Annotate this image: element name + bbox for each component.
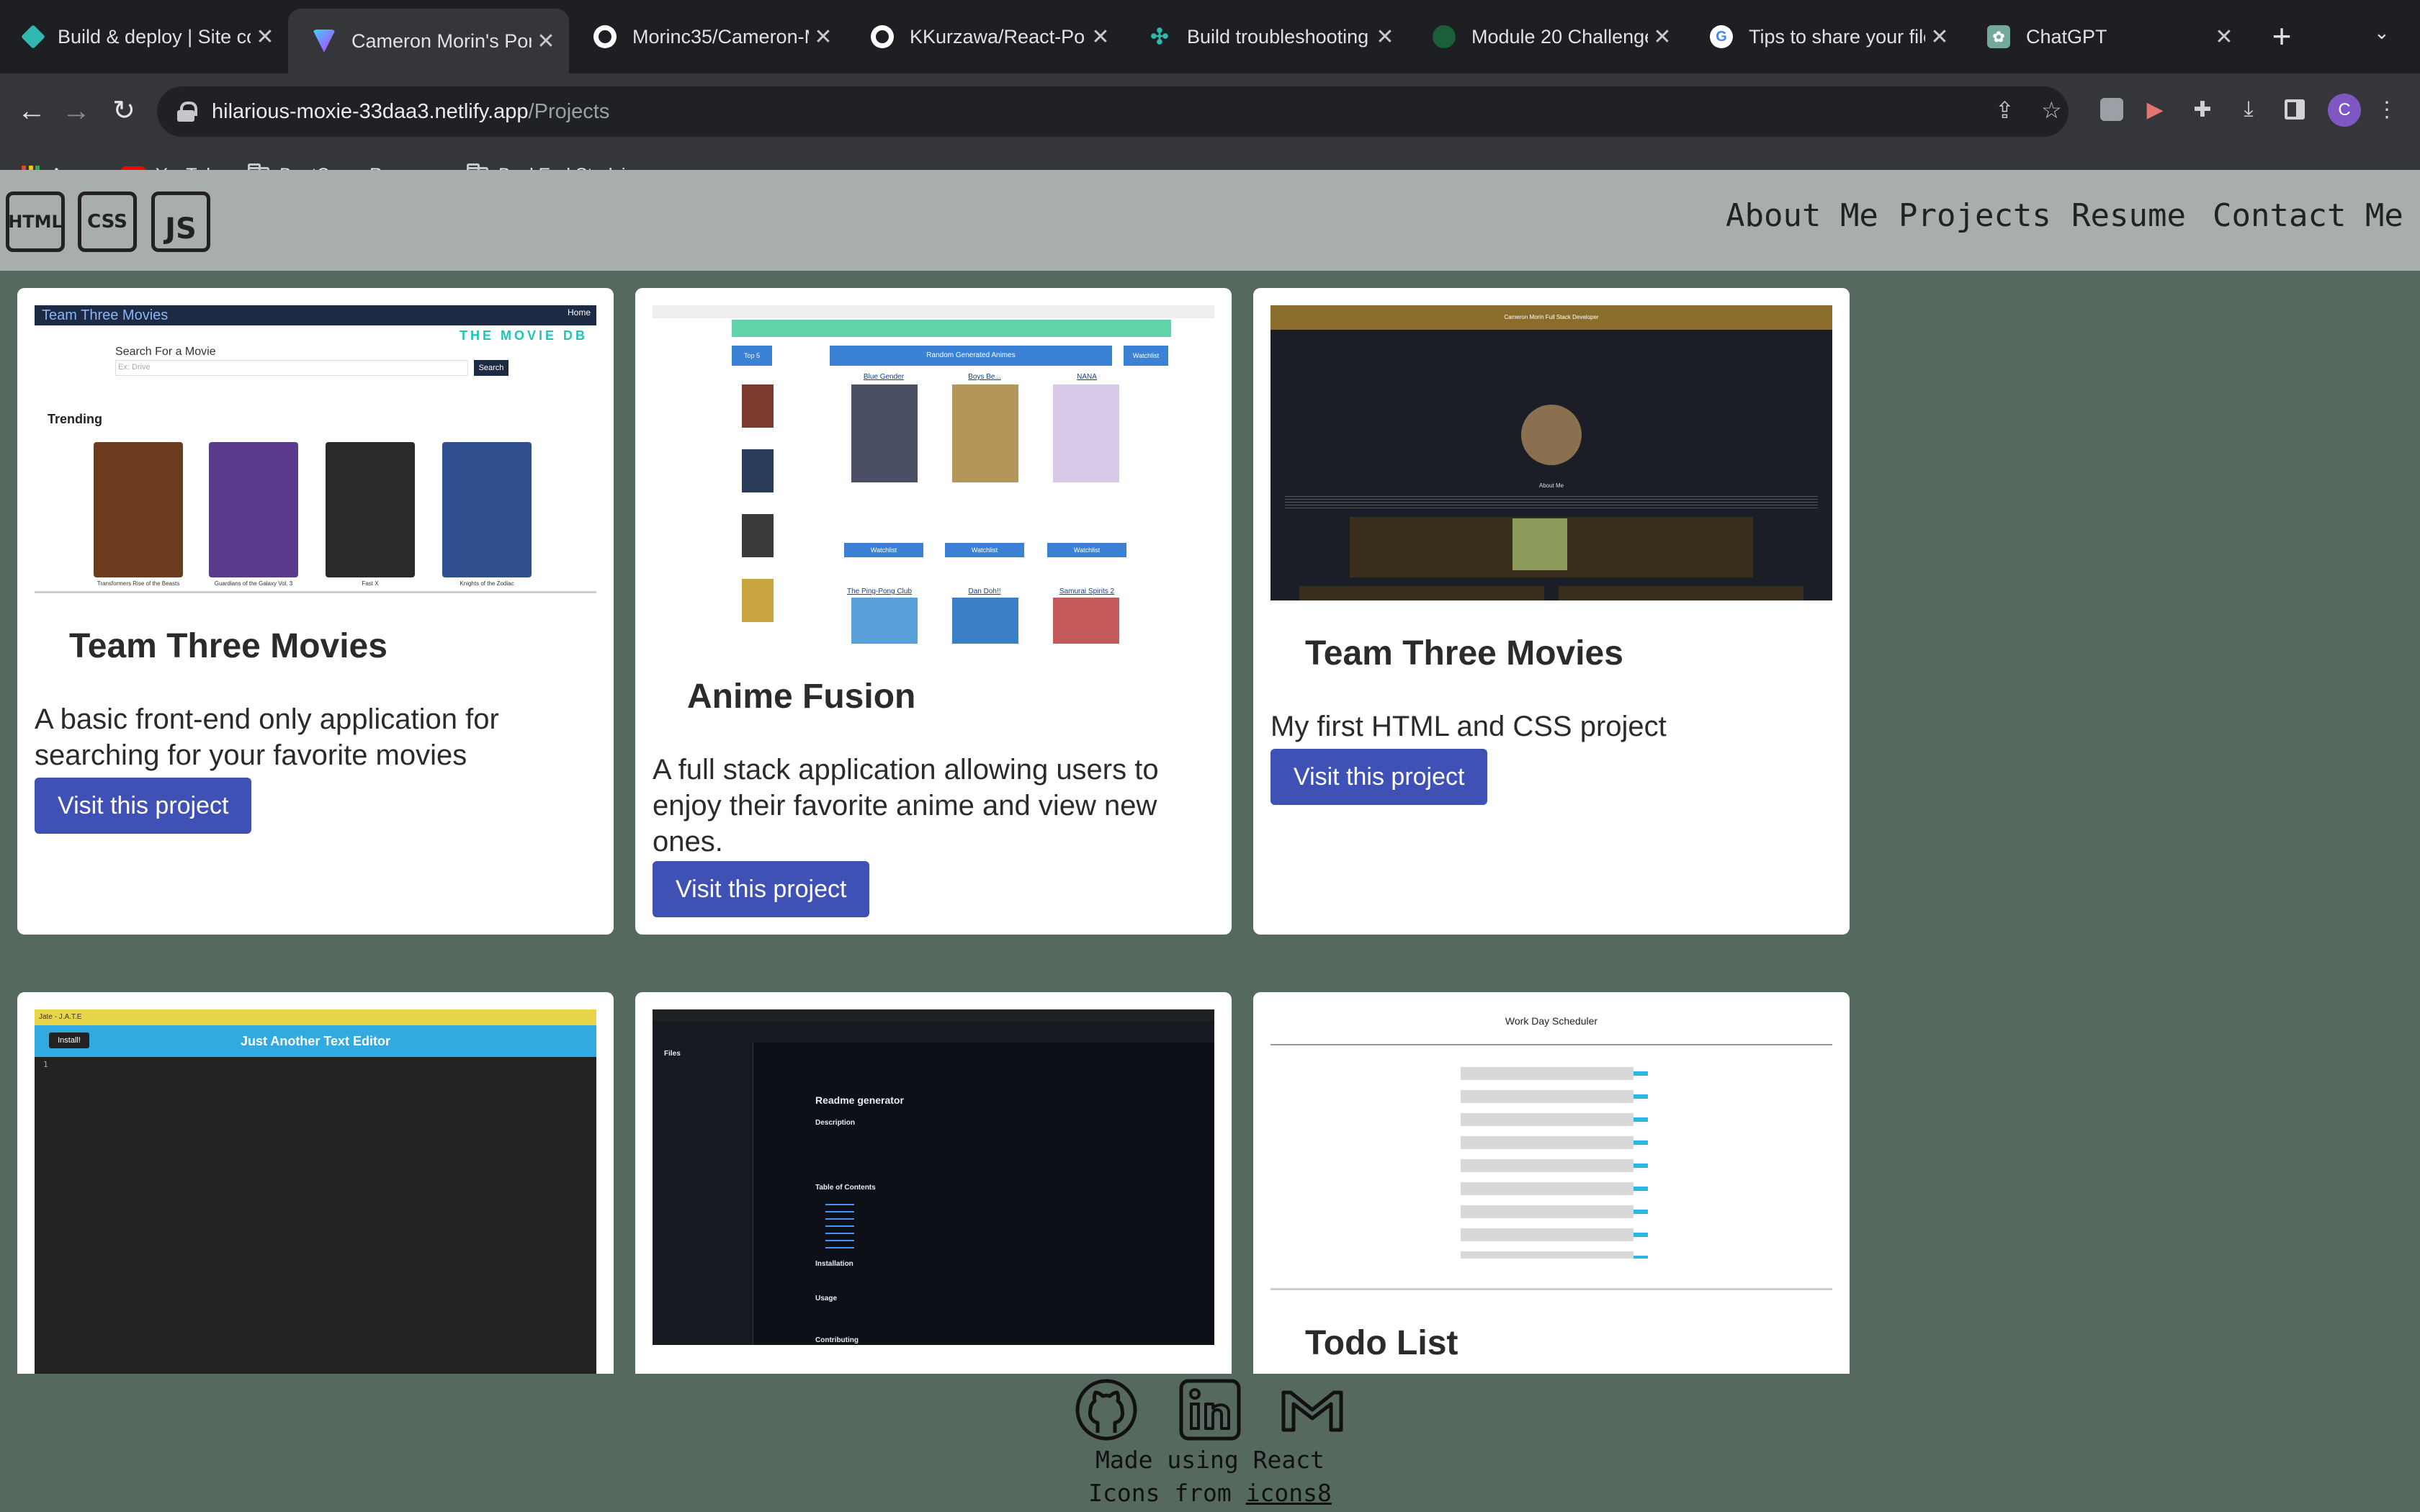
nav-contact-me[interactable]: Contact Me: [2213, 197, 2403, 234]
html-logo-icon: HTML: [6, 192, 65, 252]
footer-made-with: Made using React: [1095, 1446, 1325, 1474]
browser-toolbar: ← → ↻ hilarious-moxie-33daa3.netlify.app…: [0, 73, 2420, 185]
visit-project-button[interactable]: Visit this project: [1270, 749, 1488, 805]
forward-arrow-icon[interactable]: →: [55, 89, 98, 132]
reload-icon[interactable]: ↻: [102, 89, 145, 132]
extension-screencast-icon[interactable]: ▶: [2139, 94, 2171, 125]
close-tab-icon[interactable]: ✕: [1648, 24, 1677, 50]
project-card: Top 5 Favorite Animes Random Generated A…: [635, 288, 1232, 935]
tab-github-cameron[interactable]: Morinc35/Cameron-M ✕: [569, 13, 846, 60]
nav-about-me[interactable]: About Me: [1726, 197, 1878, 234]
tab-search-chevron-icon[interactable]: ⌄: [2374, 22, 2390, 44]
github-icon[interactable]: [1073, 1377, 1139, 1443]
netlify-icon: ✣: [1150, 24, 1169, 49]
icons8-link[interactable]: icons8: [1246, 1479, 1332, 1507]
project-screenshot[interactable]: Work Day Scheduler: [1270, 1009, 1832, 1290]
canvas-icon: [1433, 25, 1456, 48]
extensions-puzzle-icon[interactable]: ✚: [2187, 94, 2218, 125]
url-host: hilarious-moxie-33daa3.netlify.app: [212, 99, 529, 123]
project-card: Team Three Movies Home THE MOVIE DB Sear…: [17, 288, 614, 935]
project-screenshot[interactable]: Team Three Movies Home THE MOVIE DB Sear…: [35, 305, 596, 593]
url-path: /Projects: [528, 99, 610, 123]
close-tab-icon[interactable]: ✕: [532, 29, 560, 54]
browser-tab-strip: Build & deploy | Site co ✕ Cameron Morin…: [0, 0, 2420, 73]
new-tab-button[interactable]: +: [2262, 17, 2302, 58]
project-screenshot[interactable]: Jate - J.A.T.E Install! Just Another Tex…: [35, 1009, 596, 1374]
bookmark-star-icon[interactable]: ☆: [2041, 96, 2062, 124]
github-icon: [593, 25, 617, 48]
close-tab-icon[interactable]: ✕: [1925, 24, 1954, 50]
github-icon: [871, 25, 894, 48]
project-title: Anime Fusion: [687, 678, 916, 716]
close-tab-icon[interactable]: ✕: [1086, 24, 1115, 50]
footer-credits: Icons from icons8: [1088, 1479, 1332, 1507]
project-screenshot[interactable]: Cameron Morin Full Stack Developer About…: [1270, 305, 1832, 600]
vite-icon: [313, 30, 336, 53]
tab-module-20[interactable]: Module 20 Challenge ✕: [1408, 13, 1685, 60]
profile-avatar[interactable]: C: [2328, 94, 2361, 127]
back-arrow-icon[interactable]: ←: [10, 89, 53, 132]
netlify-icon: [21, 24, 45, 49]
nav-projects[interactable]: Projects: [1899, 197, 2051, 234]
project-description: A basic front-end only application for s…: [35, 703, 499, 771]
gmail-icon[interactable]: [1279, 1377, 1345, 1443]
project-description: My first HTML and CSS project: [1270, 711, 1667, 742]
tab-netlify-deploy[interactable]: Build & deploy | Site co ✕: [0, 13, 288, 60]
extension-dashlane-icon[interactable]: [2096, 94, 2128, 125]
close-tab-icon[interactable]: ✕: [251, 24, 279, 50]
address-bar[interactable]: hilarious-moxie-33daa3.netlify.app/Proje…: [157, 86, 2069, 137]
project-card: Work Day Scheduler Todo List: [1253, 992, 1850, 1374]
project-title: Todo List: [1305, 1324, 1458, 1362]
tab-build-troubleshooting[interactable]: ✣ Build troubleshooting ✕: [1124, 13, 1408, 60]
chatgpt-icon: ✿: [1987, 25, 2010, 48]
close-tab-icon[interactable]: ✕: [809, 24, 838, 50]
project-description: A full stack application allowing users …: [653, 754, 1159, 858]
share-icon[interactable]: ⇪: [1995, 96, 2015, 124]
js-logo-icon: JS: [151, 192, 210, 252]
tab-chatgpt[interactable]: ✿ ChatGPT ✕: [1963, 13, 2247, 60]
side-panel-icon[interactable]: [2279, 94, 2311, 125]
project-title: Team Three Movies: [69, 627, 387, 665]
site-header: HTML CSS JS About Me Projects Resume Con…: [0, 170, 2420, 271]
project-screenshot[interactable]: Top 5 Favorite Animes Random Generated A…: [653, 305, 1214, 644]
tab-github-kkurzawa[interactable]: KKurzawa/React-Portf ✕: [846, 13, 1124, 60]
project-screenshot[interactable]: Files Readme generator Description Table…: [653, 1009, 1214, 1345]
browser-menu-icon[interactable]: ⋮: [2371, 94, 2403, 125]
lock-icon: [177, 102, 197, 122]
close-tab-icon[interactable]: ✕: [1371, 24, 1399, 50]
downloads-icon[interactable]: ⤓: [2233, 94, 2264, 125]
project-title: Team Three Movies: [1305, 634, 1623, 672]
project-card: Jate - J.A.T.E Install! Just Another Tex…: [17, 992, 614, 1374]
google-icon: G: [1710, 25, 1733, 48]
close-tab-icon[interactable]: ✕: [2210, 24, 2238, 50]
tab-portfolio[interactable]: Cameron Morin's Portf ✕: [288, 9, 569, 73]
css-logo-icon: CSS: [78, 192, 137, 252]
project-card: Files Readme generator Description Table…: [635, 992, 1232, 1374]
linkedin-icon[interactable]: [1177, 1377, 1243, 1443]
project-card: Cameron Morin Full Stack Developer About…: [1253, 288, 1850, 935]
visit-project-button[interactable]: Visit this project: [653, 861, 870, 917]
visit-project-button[interactable]: Visit this project: [35, 778, 252, 834]
tab-tips-share[interactable]: G Tips to share your file ✕: [1685, 13, 1963, 60]
nav-resume[interactable]: Resume: [2071, 197, 2186, 234]
